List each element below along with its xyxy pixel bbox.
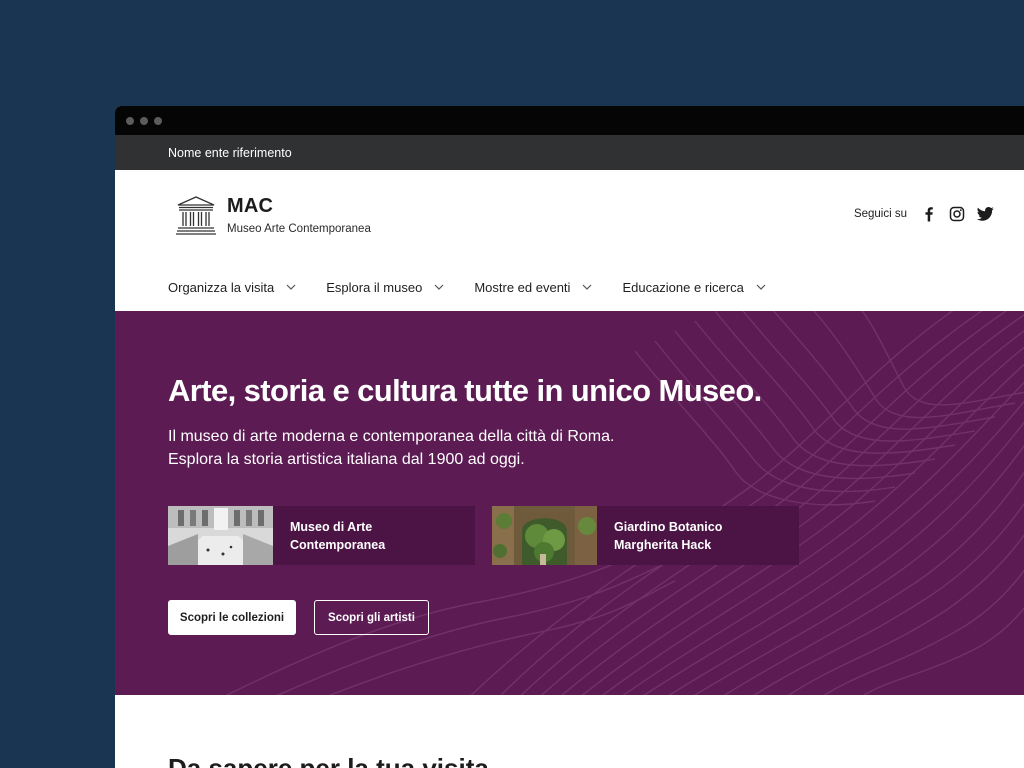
nav-item-label: Mostre ed eventi <box>474 279 571 295</box>
twitter-icon[interactable] <box>977 206 994 222</box>
museum-icon[interactable] <box>175 194 217 236</box>
nav-item-educazione-e-ricerca[interactable]: Educazione e ricerca <box>622 279 766 295</box>
hero-text-line: Il museo di arte moderna e contemporanea… <box>168 428 615 445</box>
garden-image <box>492 506 597 565</box>
card-label: Museo di Arte Contemporanea <box>290 520 386 552</box>
content-section: Da sapere per la tua visita <box>115 695 1024 768</box>
nav-item-label: Esplora il museo <box>326 279 423 295</box>
nav-item-esplora-il-museo[interactable]: Esplora il museo <box>326 280 444 295</box>
instagram-icon[interactable] <box>949 206 965 222</box>
nav-item-label: Educazione e ricerca <box>622 279 744 295</box>
nav-item-organizza-la-visita[interactable]: Organizza la visita <box>168 280 296 295</box>
window-dot <box>126 116 134 125</box>
nav-item-label: Organizza la visita <box>168 279 275 295</box>
hero-description: Il museo di arte moderna e contemporanea… <box>168 425 614 471</box>
section-title: Da sapere per la tua visita <box>168 753 489 768</box>
nav-item-mostre-ed-eventi[interactable]: Mostre ed eventi <box>474 280 592 295</box>
main-nav: Organizza la visita Esplora il museo Mos… <box>115 263 1024 311</box>
social-links: Seguici su <box>854 206 994 222</box>
discover-collections-button[interactable]: Scopri le collezioni <box>168 600 296 635</box>
brand-title[interactable]: MAC <box>227 195 273 218</box>
brand-subtitle: Museo Arte Contemporanea <box>227 223 371 235</box>
browser-titlebar <box>115 106 1024 135</box>
chevron-down-icon <box>583 284 592 290</box>
window-dot <box>140 116 148 125</box>
discover-artists-button[interactable]: Scopri gli artisti <box>314 600 429 635</box>
card-giardino[interactable]: Giardino Botanico Margherita Hack <box>492 506 799 565</box>
chevron-down-icon <box>434 284 444 290</box>
card-museo[interactable]: Museo di Arte Contemporanea <box>168 506 475 565</box>
chevron-down-icon <box>756 284 766 290</box>
wave-pattern <box>225 311 1024 695</box>
museum-interior-image <box>168 506 273 565</box>
site-header: MAC Museo Arte Contemporanea Seguici su <box>115 170 1024 263</box>
hero-text-line: Esplora la storia artistica italiana dal… <box>168 451 525 468</box>
browser-window: Nome ente riferimento MAC Museo Arte Con… <box>115 106 1024 768</box>
facebook-icon[interactable] <box>921 206 937 222</box>
ente-link[interactable]: Nome ente riferimento <box>168 146 292 160</box>
card-label: Giardino Botanico Margherita Hack <box>614 520 723 552</box>
window-dot <box>154 116 162 125</box>
chevron-down-icon <box>286 284 296 290</box>
hero-section: Arte, storia e cultura tutte in unico Mu… <box>115 311 1024 695</box>
slim-header: Nome ente riferimento <box>115 135 1024 170</box>
social-label: Seguici su <box>853 208 907 220</box>
hero-title: Arte, storia e cultura tutte in unico Mu… <box>168 373 762 408</box>
